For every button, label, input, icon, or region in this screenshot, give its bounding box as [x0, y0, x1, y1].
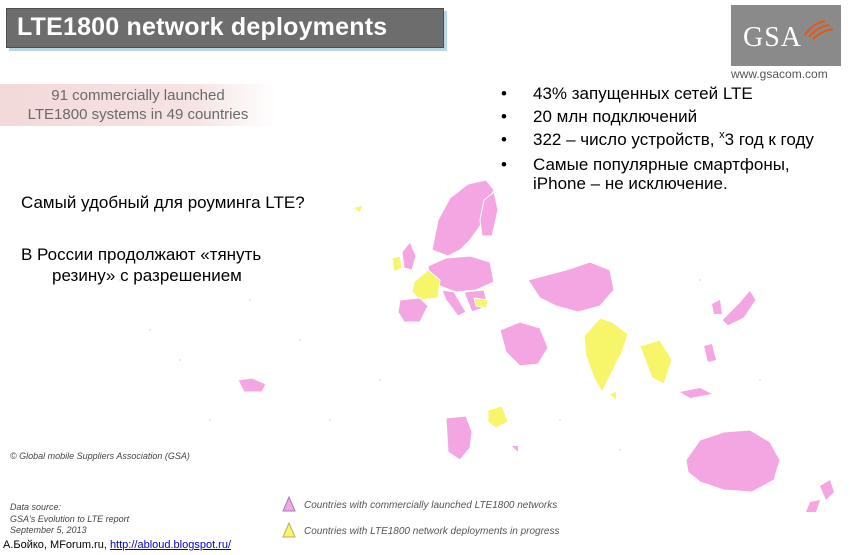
region-india — [583, 317, 629, 394]
region-australia — [685, 429, 781, 493]
source-line-3: September 5, 2013 — [10, 525, 87, 535]
region-uk — [401, 241, 417, 271]
source-line-2: GSA's Evolution to LTE report — [10, 514, 130, 524]
region-southeast-asia — [639, 339, 673, 385]
author-link[interactable]: http://abloud.blogspot.ru/ — [110, 539, 231, 551]
region-kazakhstan — [527, 261, 615, 313]
bullet-icon: • — [501, 130, 507, 149]
region-ireland — [391, 255, 403, 273]
bullet-text: 20 млн подключений — [533, 107, 698, 126]
legend-progress-label: Countries with LTE1800 network deploymen… — [304, 526, 560, 537]
region-mauritius — [512, 446, 518, 452]
region-sri-lanka — [610, 392, 616, 400]
region-iberia — [397, 297, 429, 323]
bullet-text-post: 3 год к году — [724, 130, 814, 149]
legend-launched-label: Countries with commercially launched LTE… — [304, 500, 558, 511]
author-name: А.Бойко, MForum.ru, — [3, 539, 110, 551]
list-item: • Самые популярные смартфоны, iPhone – н… — [499, 155, 829, 193]
bullet-icon: • — [501, 84, 507, 103]
launched-summary: 91 commercially launched LTE1800 systems… — [0, 84, 276, 126]
region-italy — [441, 289, 467, 317]
bullet-text-pre: 322 – число устройств, — [533, 130, 720, 149]
list-item: • 43% запущенных сетей LTE — [499, 84, 829, 103]
author-credit: А.Бойко, MForum.ru, http://abloud.blogsp… — [3, 539, 231, 551]
launched-line-2: LTE1800 systems in 49 countries — [27, 106, 249, 123]
region-east-africa — [487, 405, 509, 429]
source-line-1: Data source: — [10, 502, 62, 512]
roaming-question: Самый удобный для роуминга LTE? — [21, 193, 305, 212]
region-japan — [721, 289, 757, 327]
russia-note-line-2: резину» с разрешением — [52, 266, 242, 285]
bullet-icon: • — [501, 155, 507, 174]
region-korea — [712, 300, 722, 314]
region-new-zealand — [820, 480, 834, 500]
legend-yellow-triangle-icon — [282, 522, 296, 538]
bullet-icon: • — [501, 107, 507, 126]
legend-pink-triangle-icon — [282, 496, 296, 512]
list-item: • 322 – число устройств, x3 год к году — [499, 130, 829, 150]
key-facts-list: • 43% запущенных сетей LTE • 20 млн подк… — [499, 84, 829, 197]
region-indonesia — [680, 388, 712, 398]
russia-note-line-1: В России продолжают «тянуть — [21, 245, 262, 264]
list-item: • 20 млн подключений — [499, 107, 829, 126]
copyright-note: © Global mobile Suppliers Association (G… — [10, 451, 190, 461]
region-philippines — [704, 344, 716, 362]
region-greece — [473, 297, 489, 309]
bullet-text: 43% запущенных сетей LTE — [533, 84, 753, 103]
region-new-zealand-south — [806, 500, 820, 512]
region-middle-east — [499, 321, 549, 367]
launched-line-1: 91 commercially launched — [51, 87, 225, 104]
region-iceland — [354, 206, 362, 212]
bullet-text: Самые популярные смартфоны, iPhone – не … — [533, 155, 790, 193]
region-caribbean — [237, 377, 267, 393]
region-central-africa — [445, 415, 473, 461]
